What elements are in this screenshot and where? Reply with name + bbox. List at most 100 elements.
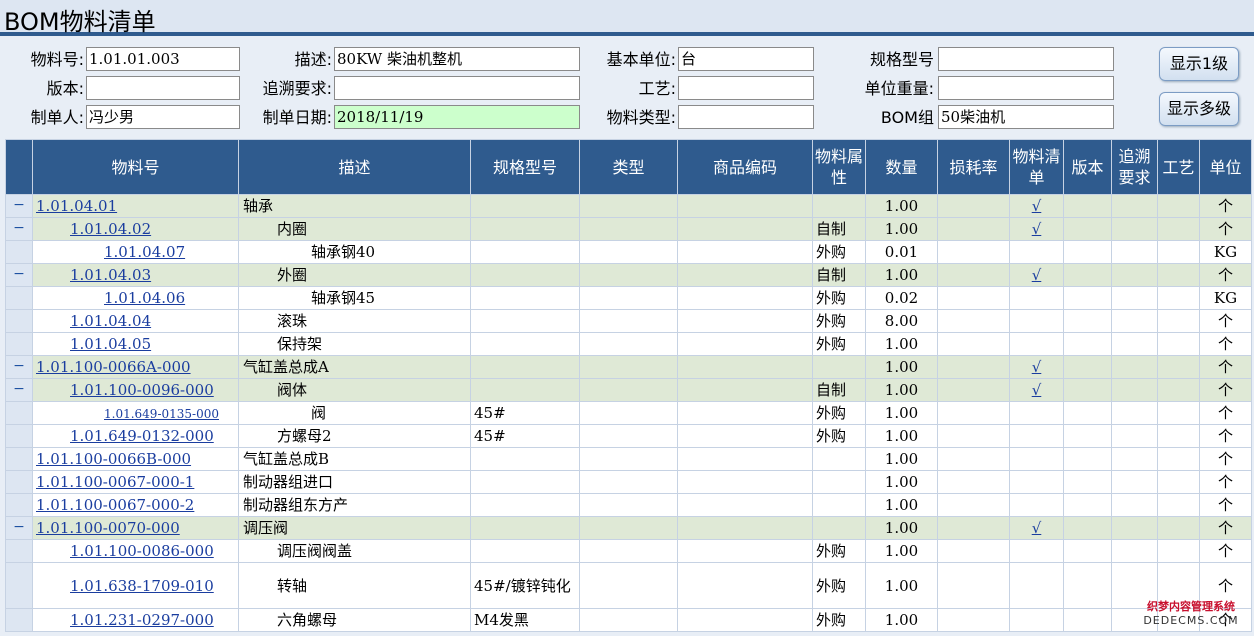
material-code-cell: 1.01.04.05 <box>32 332 239 356</box>
material-code-link[interactable]: 1.01.638-1709-010 <box>70 577 214 595</box>
column-header-8[interactable]: 损耗率 <box>937 139 1010 195</box>
material-code-link[interactable]: 1.01.04.01 <box>36 197 117 215</box>
table-row[interactable]: − 1.01.04.03 外圈 自制 1.00 √ 个 <box>5 263 1252 287</box>
trace-field[interactable] <box>334 76 580 100</box>
table-row[interactable]: 1.01.649-0132-000 方螺母2 45# 外购 1.00 个 <box>5 424 1252 448</box>
bom-cell[interactable]: √ <box>1009 516 1064 540</box>
material-code-link[interactable]: 1.01.100-0067-000-1 <box>36 473 194 491</box>
version-field[interactable] <box>86 76 240 100</box>
trace-cell <box>1111 240 1158 264</box>
quantity-cell: 1.00 <box>865 608 938 632</box>
version-cell <box>1063 539 1112 563</box>
material-code-cell: 1.01.100-0070-000 <box>32 516 239 540</box>
table-row[interactable]: 1.01.649-0135-000 阀 45# 外购 1.00 个 <box>5 401 1252 425</box>
table-row[interactable]: 1.01.100-0067-000-2 制动器组东方产 1.00 个 <box>5 493 1252 517</box>
description-cell: 制动器组东方产 <box>238 493 471 517</box>
expand-toggle[interactable]: − <box>5 263 33 287</box>
material-code-link[interactable]: 1.01.100-0086-000 <box>70 542 214 560</box>
bom-check-icon[interactable]: √ <box>1032 519 1042 537</box>
mat-type-field[interactable] <box>678 105 814 129</box>
column-header-2[interactable]: 描述 <box>238 139 471 195</box>
spec-field[interactable] <box>938 47 1114 71</box>
column-header-0[interactable] <box>5 139 33 195</box>
attribute-cell: 外购 <box>812 424 866 448</box>
quantity-cell: 1.00 <box>865 539 938 563</box>
table-row[interactable]: 1.01.100-0067-000-1 制动器组进口 1.00 个 <box>5 470 1252 494</box>
bom-cell[interactable]: √ <box>1009 217 1064 241</box>
process-field[interactable] <box>678 76 814 100</box>
column-header-6[interactable]: 物料属性 <box>812 139 866 195</box>
table-row[interactable]: 1.01.04.05 保持架 外购 1.00 个 <box>5 332 1252 356</box>
expand-toggle[interactable]: − <box>5 217 33 241</box>
bom-cell[interactable]: √ <box>1009 263 1064 287</box>
product-code-cell <box>677 309 813 333</box>
table-row[interactable]: −1.01.100-0066A-000 气缸盖总成A 1.00 √ 个 <box>5 355 1252 379</box>
table-row[interactable]: −1.01.04.01 轴承 1.00 √ 个 <box>5 194 1252 218</box>
table-row[interactable]: − 1.01.04.02 内圈 自制 1.00 √ 个 <box>5 217 1252 241</box>
table-row[interactable]: 1.01.231-0297-000 六角螺母 M4发黑 外购 1.00 个 <box>5 608 1252 632</box>
expand-toggle[interactable]: − <box>5 378 33 402</box>
expand-toggle[interactable]: − <box>5 355 33 379</box>
table-row[interactable]: 1.01.638-1709-010 转轴 45#/镀锌钝化 外购 1.00 个 <box>5 562 1252 609</box>
material-no-field[interactable]: 1.01.01.003 <box>86 47 240 71</box>
bom-group-label: BOM组 <box>880 108 934 127</box>
table-row[interactable]: 1.01.100-0086-000 调压阀阀盖 外购 1.00 个 <box>5 539 1252 563</box>
bom-cell[interactable]: √ <box>1009 355 1064 379</box>
attribute-cell <box>812 355 866 379</box>
material-code-link[interactable]: 1.01.04.06 <box>104 289 185 307</box>
base-unit-field[interactable]: 台 <box>678 47 814 71</box>
column-header-4[interactable]: 类型 <box>579 139 678 195</box>
bom-cell <box>1009 493 1064 517</box>
show-level1-button[interactable]: 显示1级 <box>1159 47 1239 81</box>
column-header-11[interactable]: 追溯要求 <box>1111 139 1158 195</box>
material-code-link[interactable]: 1.01.04.03 <box>70 266 151 284</box>
material-code-link[interactable]: 1.01.649-0135-000 <box>104 407 219 421</box>
column-header-7[interactable]: 数量 <box>865 139 938 195</box>
column-header-5[interactable]: 商品编码 <box>677 139 813 195</box>
column-header-12[interactable]: 工艺 <box>1157 139 1200 195</box>
trace-cell <box>1111 309 1158 333</box>
material-code-link[interactable]: 1.01.04.04 <box>70 312 151 330</box>
table-row[interactable]: 1.01.100-0066B-000 气缸盖总成B 1.00 个 <box>5 447 1252 471</box>
show-multi-level-button[interactable]: 显示多级 <box>1159 92 1239 126</box>
column-header-3[interactable]: 规格型号 <box>470 139 580 195</box>
bom-check-icon[interactable]: √ <box>1032 266 1042 284</box>
material-code-link[interactable]: 1.01.100-0066B-000 <box>36 450 191 468</box>
material-code-link[interactable]: 1.01.100-0067-000-2 <box>36 496 194 514</box>
bom-check-icon[interactable]: √ <box>1032 197 1042 215</box>
material-code-link[interactable]: 1.01.649-0132-000 <box>70 427 214 445</box>
product-code-cell <box>677 608 813 632</box>
desc-field[interactable]: 80KW 柴油机整机 <box>334 47 580 71</box>
table-row[interactable]: 1.01.04.04 滚珠 外购 8.00 个 <box>5 309 1252 333</box>
loss-rate-cell <box>937 447 1010 471</box>
unit-cell: KG <box>1199 286 1252 310</box>
bom-check-icon[interactable]: √ <box>1032 220 1042 238</box>
column-header-9[interactable]: 物料清单 <box>1009 139 1064 195</box>
unit-weight-field[interactable] <box>938 76 1114 100</box>
date-field[interactable]: 2018/11/19 <box>334 105 580 129</box>
material-code-link[interactable]: 1.01.04.05 <box>70 335 151 353</box>
creator-field[interactable]: 冯少男 <box>86 105 240 129</box>
expand-toggle[interactable]: − <box>5 194 33 218</box>
column-header-1[interactable]: 物料号 <box>32 139 239 195</box>
column-header-13[interactable]: 单位 <box>1199 139 1252 195</box>
bom-group-field[interactable]: 50柴油机 <box>938 105 1114 129</box>
table-row[interactable]: − 1.01.100-0096-000 阀体 自制 1.00 √ 个 <box>5 378 1252 402</box>
bom-check-icon[interactable]: √ <box>1032 358 1042 376</box>
material-code-link[interactable]: 1.01.04.07 <box>104 243 185 261</box>
table-row[interactable]: −1.01.100-0070-000 调压阀 1.00 √ 个 <box>5 516 1252 540</box>
bom-cell[interactable]: √ <box>1009 378 1064 402</box>
material-code-link[interactable]: 1.01.231-0297-000 <box>70 611 214 629</box>
material-code-link[interactable]: 1.01.04.02 <box>70 220 151 238</box>
quantity-cell: 1.00 <box>865 470 938 494</box>
material-code-link[interactable]: 1.01.100-0066A-000 <box>36 358 191 376</box>
material-code-link[interactable]: 1.01.100-0096-000 <box>70 381 214 399</box>
bom-check-icon[interactable]: √ <box>1032 381 1042 399</box>
table-row[interactable]: 1.01.04.07 轴承钢40 外购 0.01 KG <box>5 240 1252 264</box>
table-row[interactable]: 1.01.04.06 轴承钢45 外购 0.02 KG <box>5 286 1252 310</box>
spec-cell <box>470 493 580 517</box>
expand-toggle[interactable]: − <box>5 516 33 540</box>
material-code-link[interactable]: 1.01.100-0070-000 <box>36 519 180 537</box>
bom-cell[interactable]: √ <box>1009 194 1064 218</box>
column-header-10[interactable]: 版本 <box>1063 139 1112 195</box>
